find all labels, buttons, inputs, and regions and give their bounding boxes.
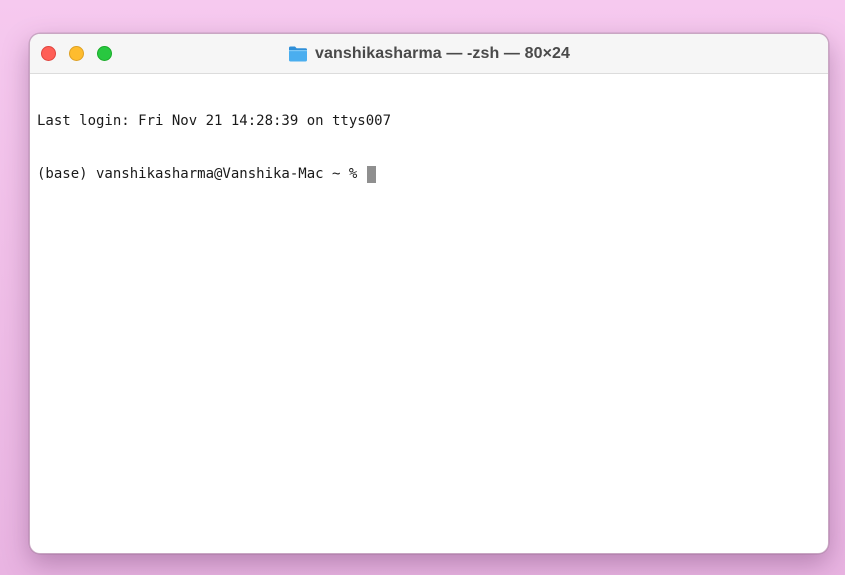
shell-prompt: (base) vanshikasharma@Vanshika-Mac ~ % <box>37 165 366 182</box>
title-bar[interactable]: vanshikasharma — -zsh — 80×24 <box>30 34 828 74</box>
folder-icon <box>288 45 308 63</box>
terminal-line-last-login: Last login: Fri Nov 21 14:28:39 on ttys0… <box>37 113 392 129</box>
window-title-text: vanshikasharma — -zsh — 80×24 <box>314 45 571 62</box>
text-cursor <box>366 165 376 183</box>
terminal-window[interactable]: vanshikasharma — -zsh — 80×24 Last login… <box>29 33 829 554</box>
window-title: vanshikasharma — -zsh — 80×24 <box>30 34 828 74</box>
terminal-line-prompt[interactable]: (base) vanshikasharma@Vanshika-Mac ~ % <box>37 165 821 184</box>
terminal-output[interactable]: Last login: Fri Nov 21 14:28:39 on ttys0… <box>37 78 821 545</box>
